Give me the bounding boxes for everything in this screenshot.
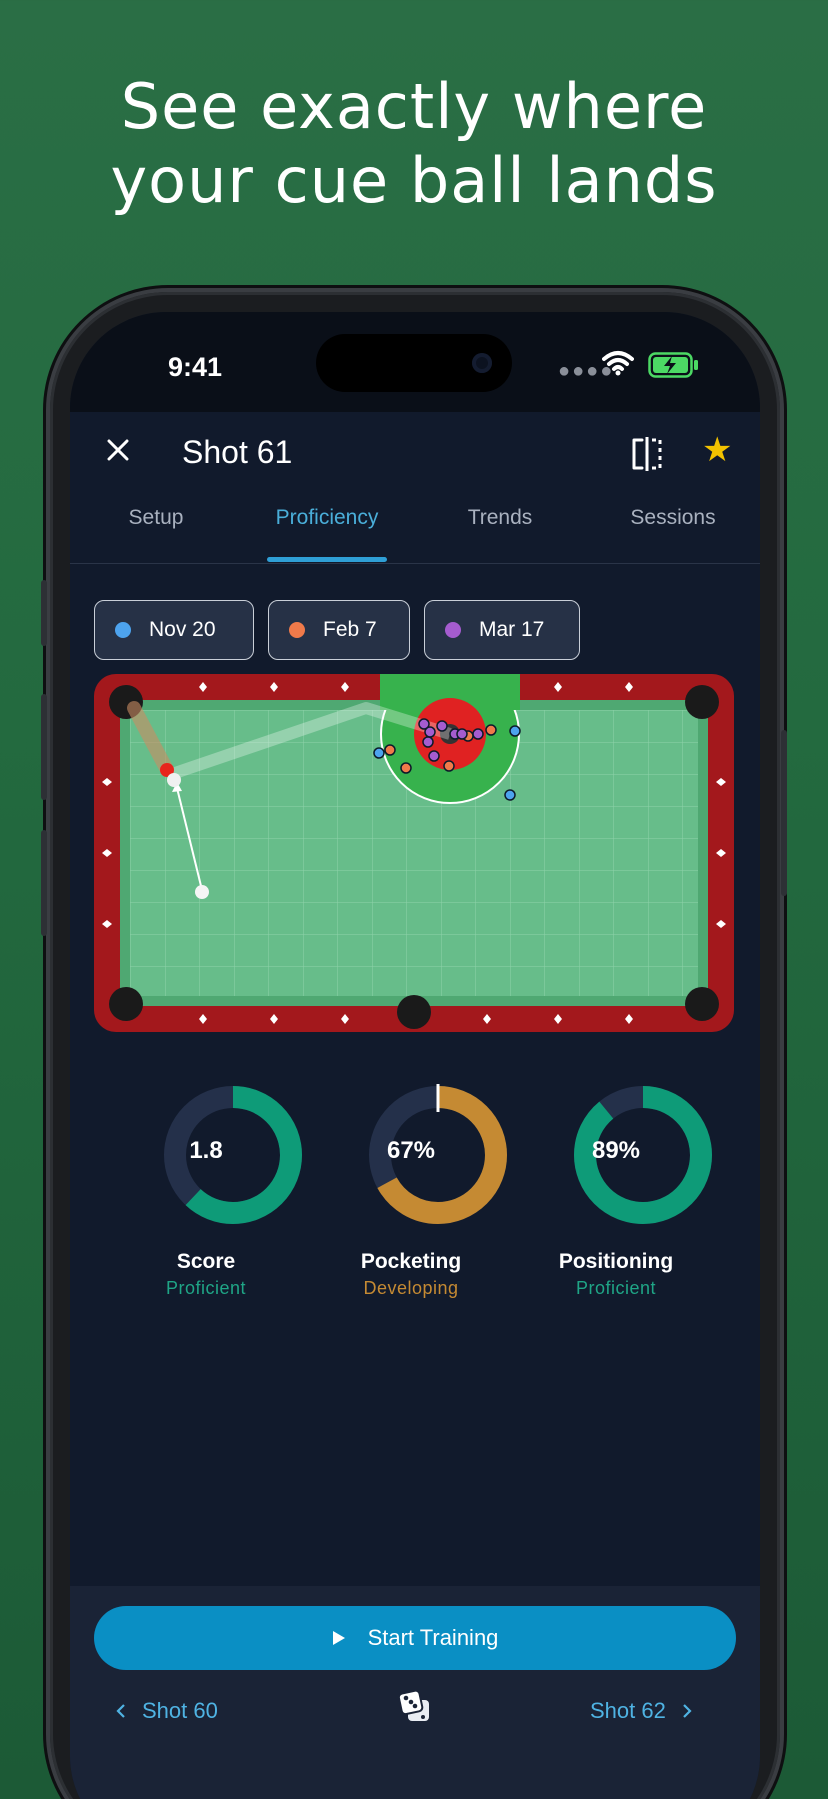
positioning-label: Positioning [558,1250,674,1273]
chevron-left-icon [116,1704,125,1718]
score-label: Score [176,1250,236,1273]
tab-sessions[interactable]: Sessions [587,506,759,530]
metric-score: 1.8 Score Proficient [133,1082,333,1298]
compare-split-icon[interactable] [630,436,664,472]
previous-shot-label: Shot 60 [142,1698,218,1723]
next-shot-label: Shot 62 [590,1698,666,1723]
power-button [781,730,787,896]
action-button [41,580,47,646]
bottom-action-bar: Start Training Shot 60 Shot 62 [70,1586,760,1799]
positioning-status: Proficient [575,1278,657,1298]
session-chip-label: Nov 20 [149,618,216,641]
next-shot-link[interactable]: Shot 62 [590,1698,692,1724]
tab-setup[interactable]: Setup [70,506,242,530]
session-color-dot [115,622,131,638]
camera-icon [472,353,492,373]
volume-down-button [41,830,47,936]
phone-screen: 9:41 ●●●● Shot 61 ★ Setup Proficiency Tr… [70,312,760,1799]
session-chip[interactable]: Nov 20 [94,600,254,660]
session-chip[interactable]: Feb 7 [268,600,410,660]
close-icon[interactable] [98,430,138,470]
proficiency-metrics: 1.8 Score Proficient 67% Pocketing Devel… [70,1082,760,1312]
dice-icon[interactable] [398,1690,432,1724]
session-color-dot [289,622,305,638]
score-status: Proficient [165,1278,247,1298]
pool-table-diagram [94,674,734,1032]
dynamic-island [316,334,512,392]
tab-proficiency[interactable]: Proficiency [241,506,413,530]
positioning-value: 89% [591,1137,641,1164]
volume-up-button [41,694,47,800]
active-tab-indicator [267,557,387,562]
pocketing-label: Pocketing [360,1250,462,1273]
pocketing-status: Developing [363,1278,459,1298]
star-icon[interactable]: ★ [702,432,732,468]
chevron-right-icon [683,1704,692,1718]
play-icon [332,1631,345,1645]
pocketing-value: 67% [386,1137,436,1164]
status-bar: 9:41 ●●●● [70,312,760,412]
headline-line-2: your cue ball lands [110,144,718,217]
cue-ball-start [195,885,209,899]
tab-bar: Setup Proficiency Trends Sessions [70,492,760,564]
metric-pocketing: 67% Pocketing Developing [338,1082,538,1298]
headline-line-1: See exactly where [120,70,708,143]
cue-ball-contact [167,773,181,787]
start-training-label: Start Training [367,1625,499,1650]
page-title: Shot 61 [182,434,293,470]
session-chip[interactable]: Mar 17 [424,600,580,660]
wifi-icon [602,351,634,376]
metric-positioning: 89% Positioning Proficient [543,1082,743,1298]
previous-shot-link[interactable]: Shot 60 [116,1698,218,1724]
headline: See exactly where your cue ball lands [0,70,828,218]
tab-trends[interactable]: Trends [414,506,586,530]
app-header: Shot 61 ★ [70,412,760,492]
session-chip-label: Feb 7 [323,618,377,641]
start-training-button[interactable]: Start Training [94,1606,736,1670]
session-color-dot [445,622,461,638]
battery-charging-icon [648,352,698,378]
session-chip-label: Mar 17 [479,618,545,641]
status-time: 9:41 [168,352,223,382]
score-value: 1.8 [189,1137,223,1164]
